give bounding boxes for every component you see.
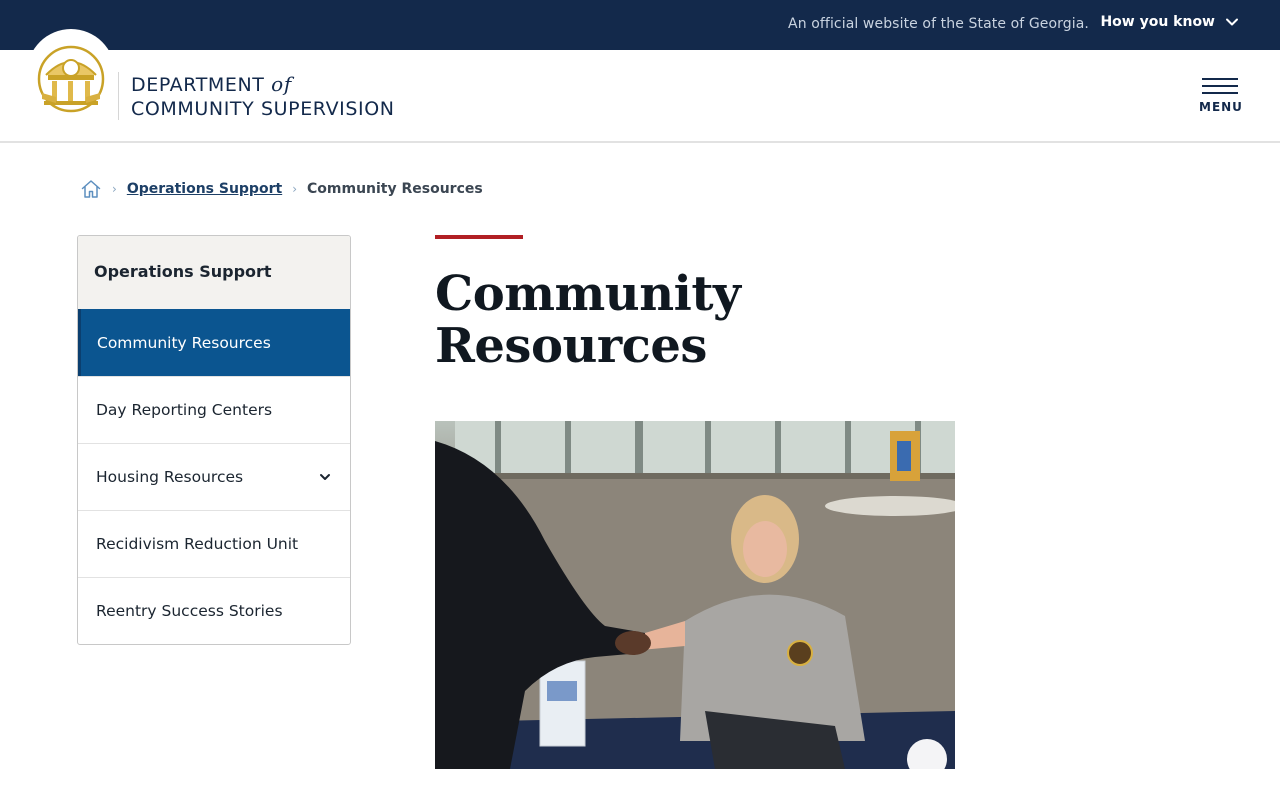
breadcrumb-operations-support[interactable]: Operations Support bbox=[127, 181, 282, 197]
sidebar-item-community-resources[interactable]: Community Resources bbox=[78, 309, 350, 376]
sidebar-heading[interactable]: Operations Support bbox=[78, 236, 350, 309]
hero-photo bbox=[435, 421, 955, 769]
logo-line-community-supervision: COMMUNITY SUPERVISION bbox=[131, 98, 395, 120]
logo-of: of bbox=[271, 72, 292, 96]
title-accent-rule bbox=[435, 235, 523, 239]
sidebar-item-housing-resources[interactable]: Housing Resources bbox=[78, 443, 350, 510]
state-seal-logo[interactable] bbox=[27, 29, 115, 117]
menu-label: MENU bbox=[1199, 100, 1243, 114]
sidebar-item-day-reporting-centers[interactable]: Day Reporting Centers bbox=[78, 376, 350, 443]
department-name-logo[interactable]: DEPARTMENT of COMMUNITY SUPERVISION bbox=[131, 72, 395, 121]
page-title: Community Resources bbox=[435, 268, 955, 372]
chevron-down-icon[interactable] bbox=[318, 470, 332, 484]
official-banner: An official website of the State of Geor… bbox=[0, 0, 1280, 50]
logo-divider bbox=[118, 72, 119, 120]
seal-logo bbox=[37, 45, 105, 113]
menu-button[interactable]: MENU bbox=[1199, 78, 1243, 114]
sidebar-item-label: Housing Resources bbox=[96, 468, 244, 486]
sidebar-item-reentry-success-stories[interactable]: Reentry Success Stories bbox=[78, 577, 350, 644]
site-header: DEPARTMENT of COMMUNITY SUPERVISION MENU bbox=[0, 29, 1280, 143]
section-sidebar-nav: Operations Support Community Resources D… bbox=[77, 235, 351, 645]
sidebar-item-label: Recidivism Reduction Unit bbox=[96, 535, 299, 553]
breadcrumb-home[interactable] bbox=[80, 178, 102, 200]
sidebar-item-label: Day Reporting Centers bbox=[96, 401, 273, 419]
official-website-text: An official website of the State of Geor… bbox=[788, 16, 1089, 32]
sidebar-item-recidivism-reduction-unit[interactable]: Recidivism Reduction Unit bbox=[78, 510, 350, 577]
how-you-know-label: How you know bbox=[1100, 14, 1215, 30]
menu-icon bbox=[1202, 78, 1238, 94]
sidebar-item-label: Reentry Success Stories bbox=[96, 602, 283, 620]
how-you-know-toggle[interactable]: How you know bbox=[1100, 14, 1239, 30]
breadcrumb-separator-icon: › bbox=[292, 182, 297, 196]
page-title-line2: Resources bbox=[435, 318, 707, 374]
chevron-down-icon bbox=[1226, 18, 1238, 26]
handshake-photo-illustration bbox=[435, 421, 955, 769]
breadcrumb-current: Community Resources bbox=[307, 181, 483, 197]
breadcrumb-separator-icon: › bbox=[112, 182, 117, 196]
breadcrumb: › Operations Support › Community Resourc… bbox=[80, 178, 483, 200]
page-title-line1: Community bbox=[435, 266, 741, 322]
logo-line-department: DEPARTMENT bbox=[131, 74, 265, 96]
home-icon bbox=[81, 180, 101, 198]
sidebar-item-label: Community Resources bbox=[97, 333, 271, 352]
